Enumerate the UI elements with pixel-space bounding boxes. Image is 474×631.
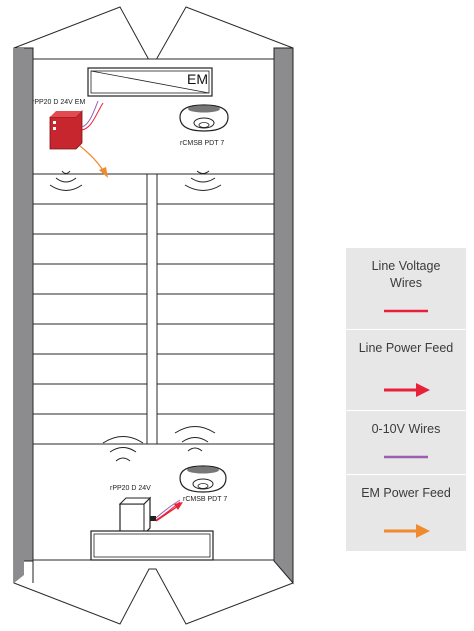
left-wall xyxy=(13,47,34,583)
legend-label-em-power-feed: EM Power Feed xyxy=(361,486,451,500)
top-sensor-icon xyxy=(179,104,229,132)
bottom-power-pack-label: rPP20 D 24V xyxy=(110,485,151,492)
bottom-fixture xyxy=(90,530,214,561)
legend-item-010v: 0-10V Wires xyxy=(346,410,466,474)
em-power-feed-arrow-icon xyxy=(384,524,430,538)
legend-item-em-power-feed: EM Power Feed xyxy=(346,474,466,551)
bottom-sensor-icon xyxy=(179,465,227,493)
em-fixture-label: EM xyxy=(187,71,208,87)
legend-item-line-voltage: Line Voltage Wires xyxy=(346,248,466,329)
legend-item-line-power-feed: Line Power Feed xyxy=(346,329,466,410)
line-power-feed-arrow-icon xyxy=(384,383,430,397)
right-wall xyxy=(273,47,294,585)
top-sensor-label: rCMSB PDT 7 xyxy=(180,140,224,147)
legend-label-line-voltage: Line Voltage Wires xyxy=(371,259,441,290)
bottom-sensor-label: rCMSB PDT 7 xyxy=(183,496,227,503)
010v-swatch-icon xyxy=(384,455,428,459)
line-voltage-swatch-icon xyxy=(384,309,428,313)
legend-label-line-power-feed: Line Power Feed xyxy=(358,341,454,355)
top-power-pack-icon xyxy=(49,110,83,150)
legend-label-010v: 0-10V Wires xyxy=(371,422,441,436)
legend-panel: Line Voltage Wires Line Power Feed 0-10V… xyxy=(346,248,466,551)
top-power-pack-label: rPP20 D 24V EM xyxy=(32,99,85,106)
